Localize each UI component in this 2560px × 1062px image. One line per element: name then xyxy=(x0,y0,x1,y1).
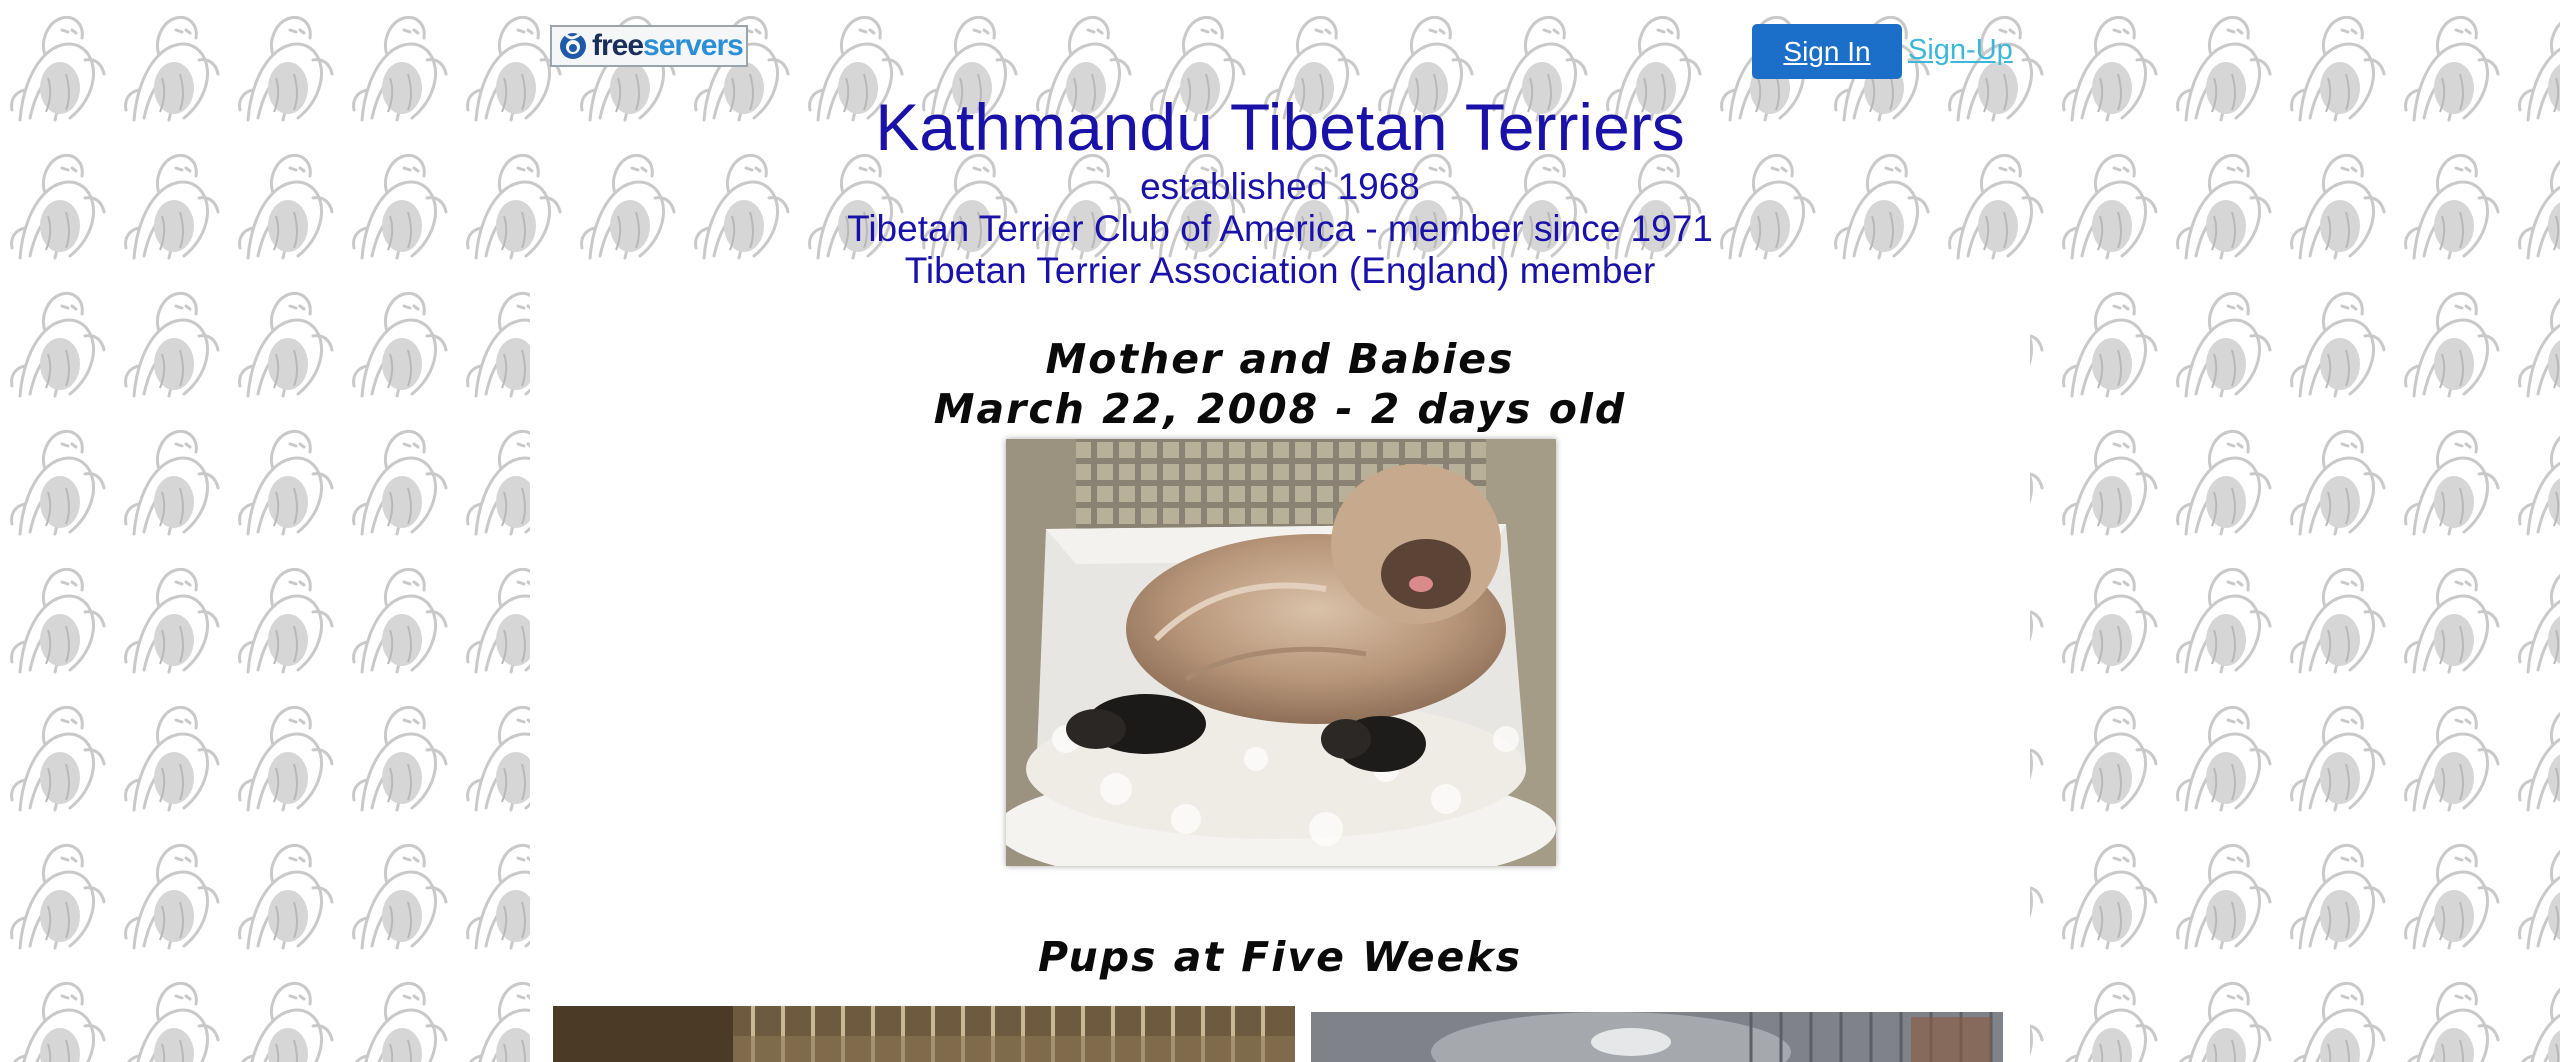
association-membership-line: Tibetan Terrier Association (England) me… xyxy=(904,250,1656,291)
mother-and-babies-photo xyxy=(1006,439,1556,866)
club-membership-line: Tibetan Terrier Club of America - member… xyxy=(847,208,1713,249)
established-line: established 1968 xyxy=(1140,166,1420,207)
pups-photo-right xyxy=(1311,1012,2003,1062)
freeservers-swirl-icon xyxy=(560,32,586,59)
sign-up-link[interactable]: Sign-Up xyxy=(1908,34,2013,67)
pups-five-weeks-caption: Pups at Five Weeks xyxy=(1037,933,1523,981)
freeservers-logo[interactable]: freeservers xyxy=(550,25,748,67)
site-header: Kathmandu Tibetan Terriers established 1… xyxy=(530,88,2030,292)
sign-in-button[interactable]: Sign In xyxy=(1752,24,1902,79)
pups-photo-left xyxy=(553,1006,1295,1062)
mother-babies-caption: Mother and Babies March 22, 2008 - 2 day… xyxy=(530,334,2030,434)
site-title: Kathmandu Tibetan Terriers xyxy=(875,90,1685,164)
caption-title: Mother and Babies xyxy=(1045,335,1515,383)
logo-wordmark: freeservers xyxy=(592,29,744,62)
logo-word-servers: servers xyxy=(643,29,744,62)
caption-date: March 22, 2008 - 2 days old xyxy=(933,385,1627,433)
logo-word-free: free xyxy=(592,29,644,62)
